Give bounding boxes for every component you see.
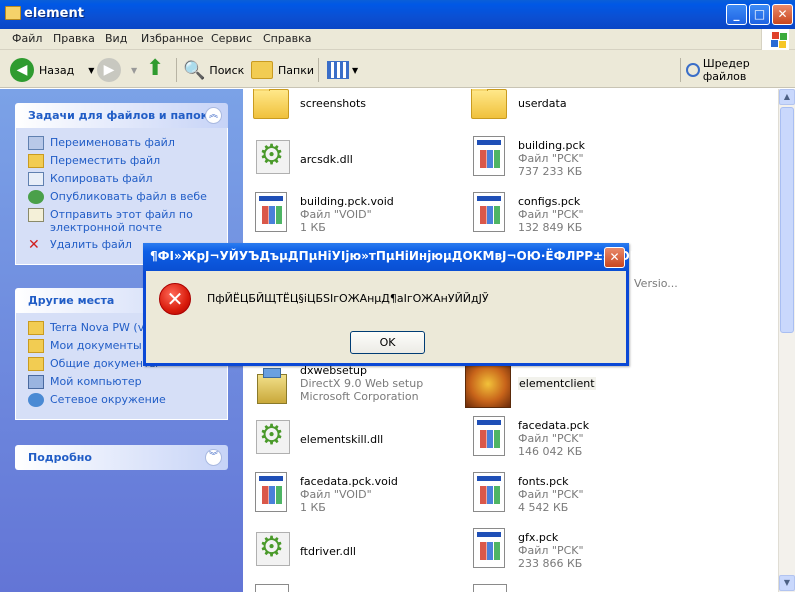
window-titlebar[interactable]: element _ □ ✕ bbox=[0, 0, 795, 29]
setup-icon bbox=[253, 364, 291, 408]
back-button[interactable]: ◀ Назад ▼ bbox=[10, 57, 94, 83]
file-item[interactable]: dxwebsetup DirectX 9.0 Web setup Microso… bbox=[253, 364, 453, 420]
email-icon bbox=[28, 208, 44, 222]
back-arrow-icon: ◀ bbox=[10, 58, 34, 82]
computer-icon bbox=[28, 375, 44, 389]
task-publish[interactable]: Опубликовать файл в вебе bbox=[28, 190, 227, 204]
forward-arrow-icon: ▶ bbox=[97, 58, 121, 82]
task-copy[interactable]: Копировать файл bbox=[28, 172, 227, 186]
file-item[interactable]: elementclient bbox=[465, 364, 665, 420]
chevron-down-icon[interactable]: ▼ bbox=[352, 66, 358, 75]
up-arrow-icon: ⬆ bbox=[146, 56, 165, 81]
menu-tools[interactable]: Сервис bbox=[211, 32, 252, 45]
menu-file[interactable]: Файл bbox=[12, 32, 42, 45]
menu-edit[interactable]: Правка bbox=[53, 32, 95, 45]
file-item[interactable]: configs.pck Файл "PCK" 132 849 КБ bbox=[471, 192, 671, 248]
dialog-title: ¶ФІ»ЖрЈ¬УЙУЪДъµДПµНіУІјю»тПµНіИнјюµДОКМв… bbox=[150, 249, 650, 263]
details-panel: Подробно ︾ bbox=[15, 445, 228, 470]
chevron-down-icon[interactable]: ︾ bbox=[205, 449, 222, 466]
folder-icon bbox=[253, 89, 289, 119]
file-document-icon bbox=[255, 472, 287, 512]
toolbar: ◀ Назад ▼ ▶ ▼ ⬆ 🔍 Поиск Папки ▼ Шредер ф… bbox=[0, 50, 795, 88]
file-item[interactable]: ftdriver.dll bbox=[253, 528, 453, 584]
file-item[interactable]: building.pck Файл "PCK" 737 233 КБ bbox=[471, 136, 671, 192]
copy-icon bbox=[28, 172, 44, 186]
folder-icon bbox=[251, 61, 273, 79]
folder-icon bbox=[5, 6, 21, 20]
vertical-scrollbar[interactable]: ▲ ▼ bbox=[778, 89, 795, 592]
task-email[interactable]: Отправить этот файл по электронной почте bbox=[28, 208, 227, 234]
file-document-icon bbox=[473, 192, 505, 232]
elementclient-app-icon bbox=[465, 364, 511, 408]
file-item[interactable]: elementskill.dll bbox=[253, 416, 453, 472]
menu-view[interactable]: Вид bbox=[105, 32, 127, 45]
file-document-icon bbox=[473, 528, 505, 568]
shredder-button[interactable]: Шредер файлов bbox=[686, 57, 795, 83]
view-grid-icon bbox=[327, 61, 349, 79]
dll-gear-icon bbox=[256, 530, 290, 566]
file-document-icon bbox=[473, 472, 505, 512]
file-document-icon bbox=[473, 584, 507, 592]
tasks-panel-header[interactable]: Задачи для файлов и папок ︽ bbox=[15, 103, 228, 128]
error-icon: ✕ bbox=[159, 283, 191, 315]
partial-file-info: Versio... bbox=[634, 277, 678, 290]
tasks-panel: Задачи для файлов и папок ︽ Переименоват… bbox=[15, 103, 228, 265]
shredder-icon bbox=[686, 63, 700, 77]
place-network[interactable]: Сетевое окружение bbox=[28, 393, 227, 407]
globe-icon bbox=[28, 190, 44, 204]
close-button[interactable]: ✕ bbox=[772, 4, 793, 25]
folder-icon bbox=[28, 321, 44, 335]
ok-button[interactable]: OK bbox=[350, 331, 425, 354]
forward-button[interactable]: ▶ ▼ bbox=[97, 57, 137, 83]
views-button[interactable]: ▼ bbox=[327, 57, 358, 83]
file-document-icon bbox=[473, 416, 505, 456]
details-panel-header[interactable]: Подробно ︾ bbox=[15, 445, 228, 470]
minimize-button[interactable]: _ bbox=[726, 4, 747, 25]
dialog-titlebar[interactable]: ¶ФІ»ЖрЈ¬УЙУЪДъµДПµНіУІјю»тПµНіИнјюµДОКМв… bbox=[143, 243, 650, 271]
dll-gear-icon bbox=[256, 138, 290, 174]
search-button[interactable]: 🔍 Поиск bbox=[183, 57, 244, 83]
move-icon bbox=[28, 154, 44, 168]
file-item[interactable]: fonts.pck Файл "PCK" 4 542 КБ bbox=[471, 472, 671, 528]
network-icon bbox=[28, 393, 44, 407]
scroll-thumb[interactable] bbox=[780, 107, 794, 333]
menu-favorites[interactable]: Избранное bbox=[141, 32, 203, 45]
place-my-computer[interactable]: Мой компьютер bbox=[28, 375, 227, 389]
file-document-icon bbox=[473, 136, 505, 176]
task-move[interactable]: Переместить файл bbox=[28, 154, 227, 168]
menu-help[interactable]: Справка bbox=[263, 32, 311, 45]
maximize-button[interactable]: □ bbox=[749, 4, 770, 25]
scroll-up-button[interactable]: ▲ bbox=[779, 89, 795, 105]
file-item[interactable]: facedata.pck.void Файл "VOID" 1 КБ bbox=[253, 472, 453, 528]
error-dialog: ¶ФІ»ЖрЈ¬УЙУЪДъµДПµНіУІјю»тПµНіИнјюµДОКМв… bbox=[143, 243, 650, 366]
chevron-down-icon[interactable]: ▼ bbox=[88, 66, 94, 75]
scroll-down-button[interactable]: ▼ bbox=[779, 575, 795, 591]
rename-icon bbox=[28, 136, 44, 150]
windows-flag-icon bbox=[761, 29, 789, 50]
folder-icon bbox=[28, 357, 44, 371]
folders-button[interactable]: Папки bbox=[251, 57, 314, 83]
file-item[interactable]: facedata.pck Файл "PCK" 146 042 КБ bbox=[471, 416, 671, 472]
task-rename[interactable]: Переименовать файл bbox=[28, 136, 227, 150]
file-item[interactable]: arcsdk.dll bbox=[253, 136, 453, 192]
window-title: element bbox=[24, 6, 84, 21]
delete-icon: ✕ bbox=[28, 237, 40, 253]
file-document-icon bbox=[255, 584, 289, 592]
folder-icon bbox=[28, 339, 44, 353]
dll-gear-icon bbox=[256, 418, 290, 454]
menu-bar: Файл Правка Вид Избранное Сервис Справка bbox=[0, 29, 795, 50]
file-document-icon bbox=[255, 192, 287, 232]
chevron-down-icon[interactable]: ▼ bbox=[131, 66, 137, 75]
dialog-message: ПфЙЁЦБЙЩТЁЦ§іЦБSІгОЖАнµД¶аІгОЖАнУЙЙдЈЎ bbox=[207, 292, 489, 305]
search-icon: 🔍 bbox=[183, 59, 206, 81]
file-item[interactable]: gfx.pck Файл "PCK" 233 866 КБ bbox=[471, 528, 671, 584]
up-folder-button[interactable]: ⬆ bbox=[146, 57, 170, 83]
folder-icon bbox=[471, 89, 507, 119]
dialog-close-button[interactable]: ✕ bbox=[604, 247, 625, 268]
file-item[interactable]: building.pck.void Файл "VOID" 1 КБ bbox=[253, 192, 453, 248]
chevron-up-icon[interactable]: ︽ bbox=[205, 107, 222, 124]
